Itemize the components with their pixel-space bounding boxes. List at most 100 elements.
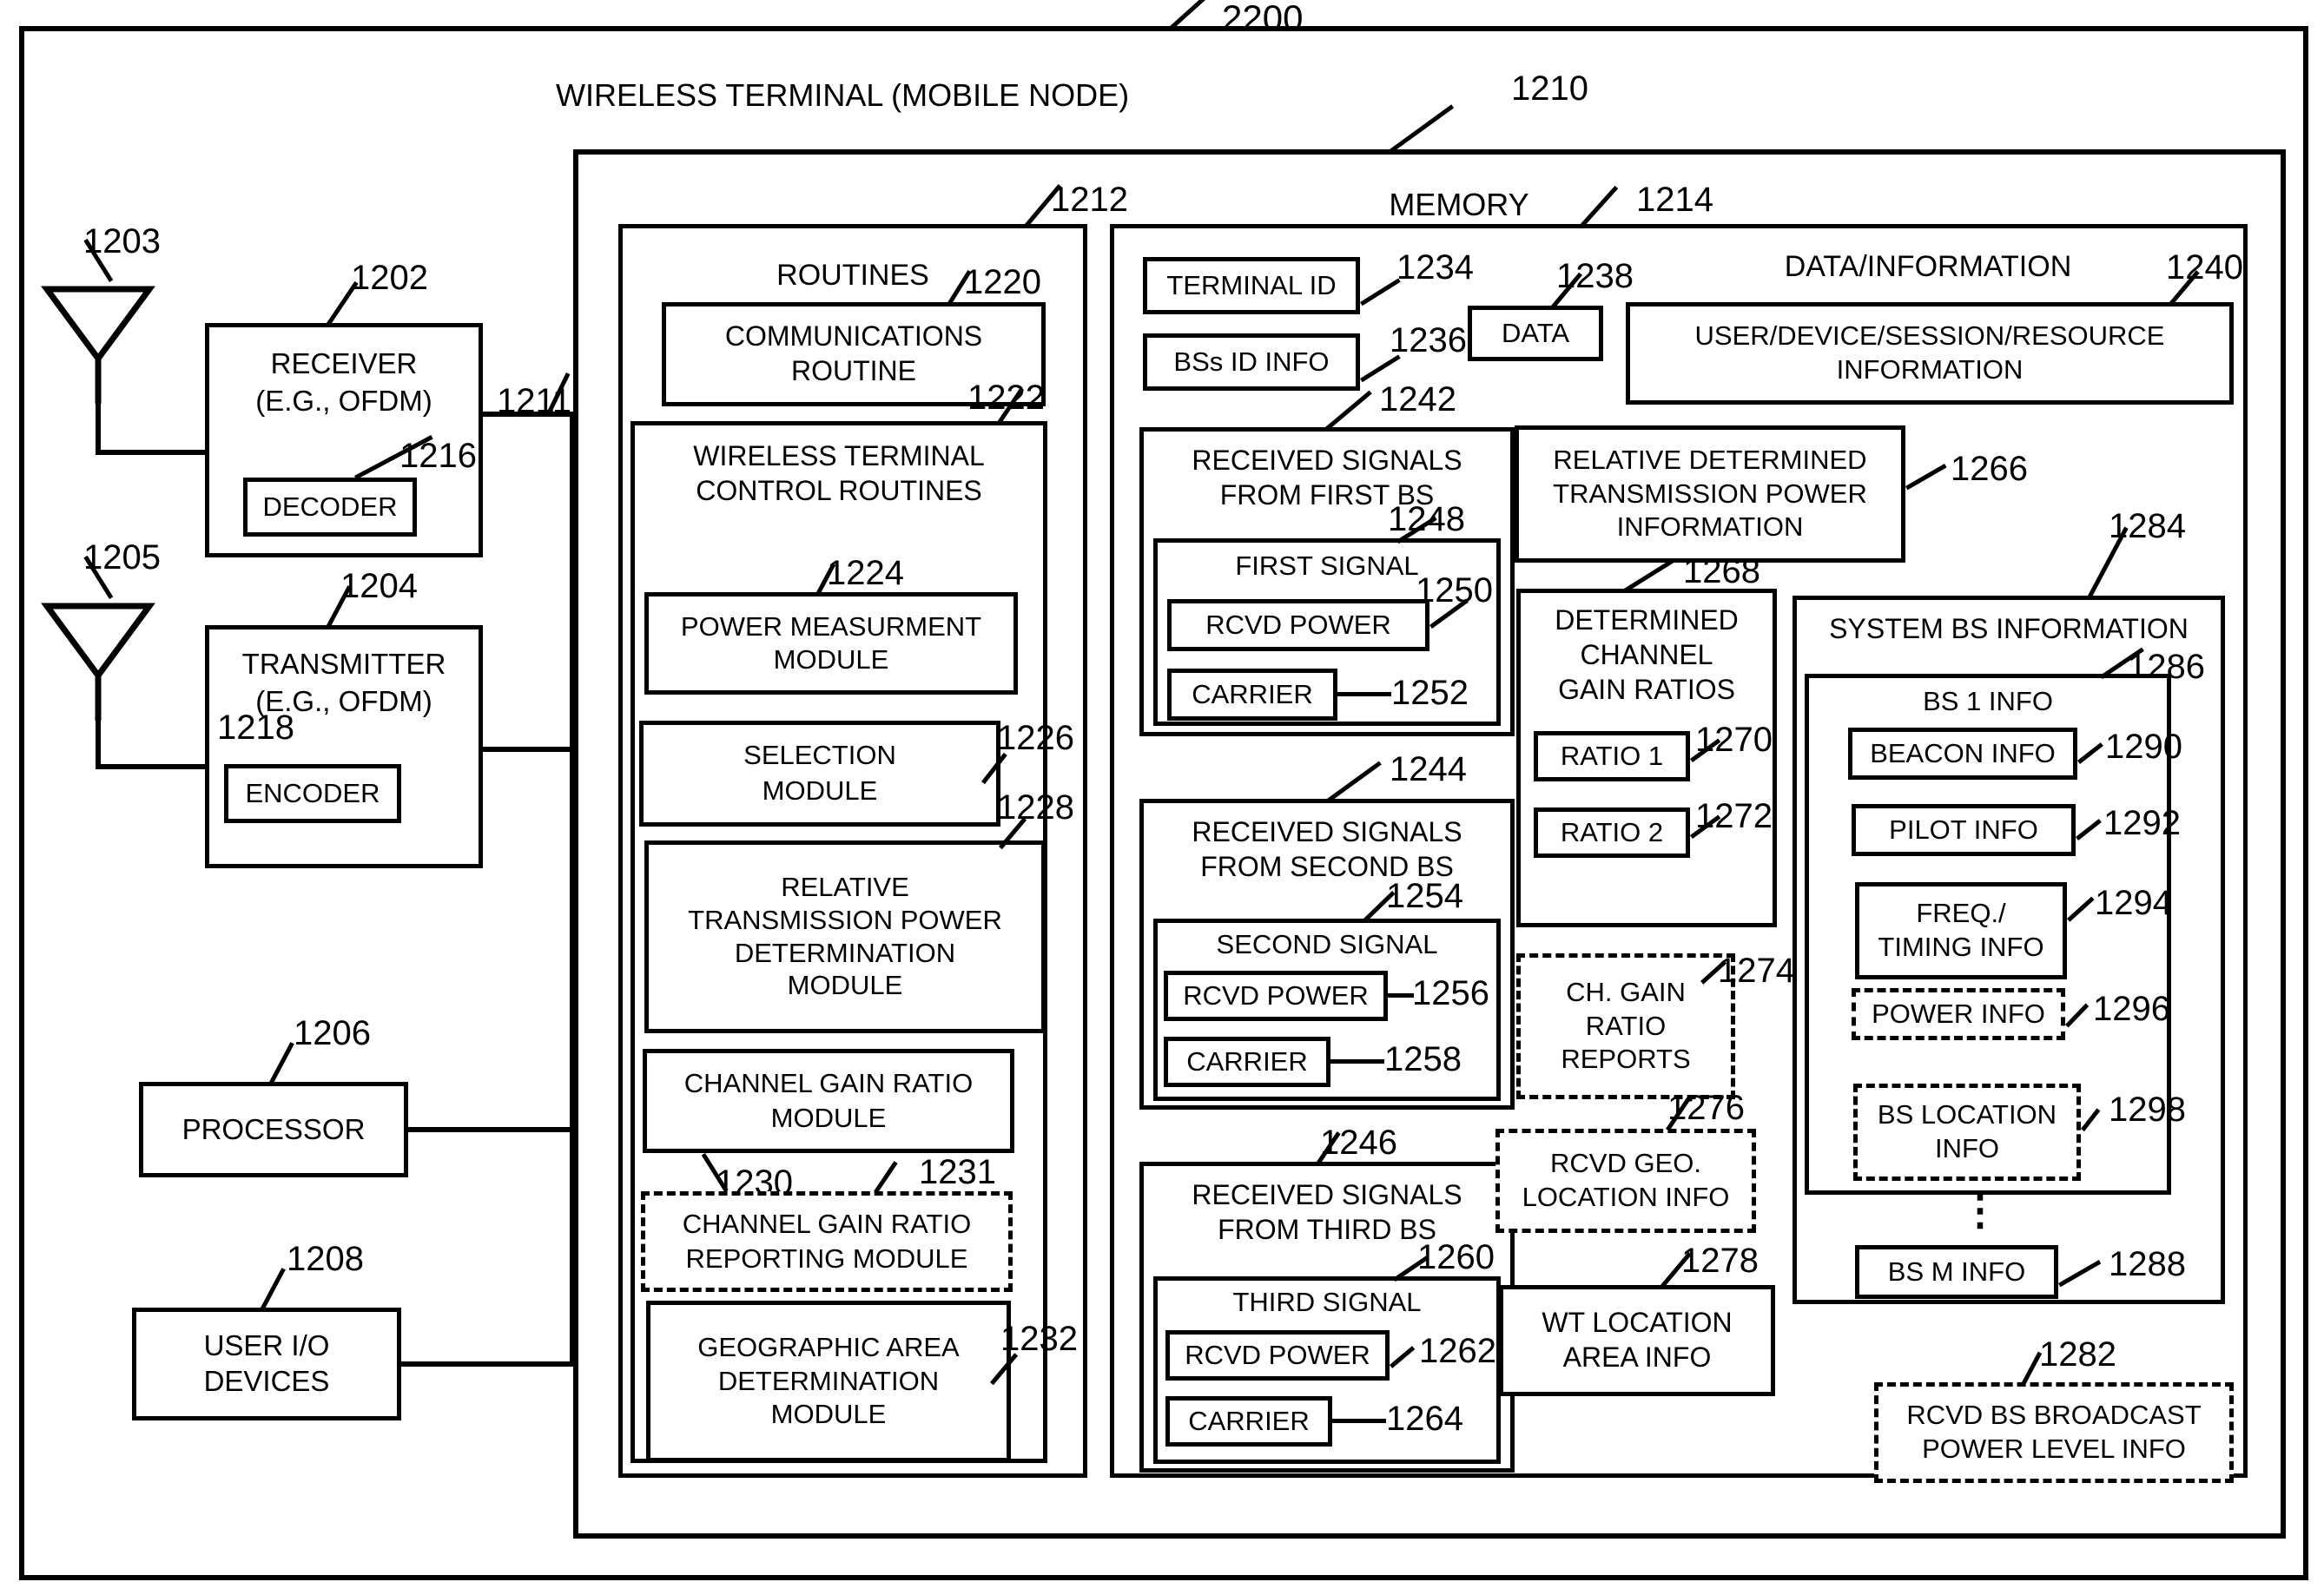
dcgr-title-line1: DETERMINED	[1555, 604, 1739, 636]
bss-id-info-label: BSs ID INFO	[1173, 346, 1330, 377]
cgrr-reports-line3: REPORTS	[1561, 1044, 1691, 1075]
rsfb-title-line1: RECEIVED SIGNALS	[1192, 445, 1462, 476]
cgrr-line2: REPORTING MODULE	[685, 1242, 968, 1274]
power-measurement-line1: POWER MEASURMENT	[680, 610, 982, 642]
ref-1258: 1258	[1384, 1040, 1462, 1078]
encoder-label: ENCODER	[245, 777, 380, 808]
second-signal-rcvd-power-box: RCVD POWER	[1164, 971, 1388, 1021]
gad-line2: DETERMINATION	[717, 1365, 940, 1396]
third-signal-rcvd-power-box: RCVD POWER	[1165, 1330, 1390, 1381]
dcgr-title-line2: CHANNEL	[1580, 638, 1713, 670]
terminal-id-box: TERMINAL ID	[1143, 257, 1360, 314]
antenna-1203-icon	[41, 286, 155, 404]
ref-1286: 1286	[2128, 648, 2205, 686]
power-measurement-module-box: POWER MEASURMENT MODULE	[644, 592, 1018, 695]
first-signal-title: FIRST SIGNAL	[1235, 550, 1419, 581]
udsr-line2: INFORMATION	[1836, 354, 2024, 385]
gad-line3: MODULE	[770, 1399, 887, 1430]
rssb-title-line1: RECEIVED SIGNALS	[1192, 816, 1462, 847]
third-signal-carrier-box: CARRIER	[1165, 1396, 1332, 1447]
rcvd-geo-location-info-box: RCVD GEO. LOCATION INFO	[1495, 1129, 1756, 1233]
rdtpi-line1: RELATIVE DETERMINED	[1553, 444, 1867, 475]
ref-1216: 1216	[399, 437, 477, 475]
ratio-1-label: RATIO 1	[1560, 740, 1664, 771]
relative-tx-power-determination-module-box: RELATIVE TRANSMISSION POWER DETERMINATIO…	[644, 840, 1046, 1033]
ref-1246: 1246	[1320, 1124, 1397, 1162]
ref-1294: 1294	[2095, 884, 2172, 922]
data-label: DATA	[1501, 317, 1570, 348]
bsm-info-label: BS M INFO	[1887, 1256, 2026, 1287]
beacon-info-box: BEACON INFO	[1848, 728, 2077, 780]
third-signal-rcvd-power-label: RCVD POWER	[1185, 1339, 1370, 1370]
ref-1222: 1222	[967, 379, 1045, 417]
selection-module-box: SELECTION MODULE	[639, 721, 1000, 827]
rtpd-line3: DETERMINATION	[734, 937, 956, 968]
leader-1252-line	[1337, 692, 1391, 696]
ref-1203: 1203	[83, 222, 161, 260]
channel-gain-ratio-reporting-module-box: CHANNEL GAIN RATIO REPORTING MODULE	[641, 1191, 1013, 1292]
rtpd-line2: TRANSMISSION POWER	[688, 904, 1002, 935]
ref-1298: 1298	[2109, 1091, 2186, 1129]
user-io-label-line2: DEVICES	[203, 1365, 330, 1397]
rstb-title-line1: RECEIVED SIGNALS	[1192, 1179, 1462, 1210]
ref-1290: 1290	[2105, 728, 2182, 766]
rgli-line1: RCVD GEO.	[1550, 1148, 1701, 1179]
rdtpi-line3: INFORMATION	[1616, 511, 1804, 543]
patent-figure-canvas: 2200 WIRELESS TERMINAL (MOBILE NODE) 120…	[0, 0, 2324, 1595]
first-signal-carrier-box: CARRIER	[1167, 669, 1337, 721]
cgr-module-line1: CHANNEL GAIN RATIO	[683, 1067, 974, 1098]
power-info-box: POWER INFO	[1852, 988, 2065, 1040]
ref-1250: 1250	[1416, 571, 1493, 610]
data-information-title: DATA/INFORMATION	[1784, 250, 2072, 283]
ref-1232: 1232	[1000, 1320, 1078, 1358]
sbi-title: SYSTEM BS INFORMATION	[1829, 613, 2189, 644]
bss-id-info-box: BSs ID INFO	[1143, 333, 1360, 391]
third-signal-carrier-label: CARRIER	[1188, 1405, 1310, 1436]
rdtpi-line2: TRANSMISSION POWER	[1553, 478, 1867, 509]
udsr-line1: USER/DEVICE/SESSION/RESOURCE	[1694, 320, 2165, 352]
antenna-1205-wire-v	[96, 717, 101, 769]
beacon-info-label: BEACON INFO	[1870, 737, 2056, 768]
ref-1270: 1270	[1695, 721, 1773, 759]
processor-box: PROCESSOR	[139, 1082, 408, 1177]
wt-location-area-info-box: WT LOCATION AREA INFO	[1499, 1285, 1775, 1396]
ref-1208: 1208	[287, 1240, 364, 1278]
ref-1234: 1234	[1396, 248, 1474, 287]
decoder-label: DECODER	[262, 491, 398, 522]
wt-control-routines-line2: CONTROL ROUTINES	[696, 474, 982, 506]
relative-determined-tx-power-info-box: RELATIVE DETERMINED TRANSMISSION POWER I…	[1515, 425, 1905, 563]
wireless-terminal-title: WIRELESS TERMINAL (MOBILE NODE)	[556, 77, 1130, 113]
user-io-label-line1: USER I/O	[203, 1329, 330, 1362]
first-signal-carrier-label: CARRIER	[1192, 678, 1313, 709]
wtlai-line1: WT LOCATION	[1542, 1307, 1733, 1339]
first-signal-rcvd-power-box: RCVD POWER	[1167, 599, 1429, 651]
ref-1204: 1204	[340, 567, 418, 605]
geographic-area-determination-module-box: GEOGRAPHIC AREA DETERMINATION MODULE	[646, 1301, 1011, 1462]
bus-stub-userio	[401, 1361, 575, 1367]
antenna-1205-icon	[41, 603, 155, 721]
ref-1228: 1228	[997, 788, 1074, 827]
second-signal-title: SECOND SIGNAL	[1216, 929, 1438, 959]
user-device-session-resource-box: USER/DEVICE/SESSION/RESOURCE INFORMATION	[1626, 302, 2234, 405]
ref-1205: 1205	[83, 538, 161, 577]
second-signal-carrier-box: CARRIER	[1164, 1037, 1330, 1087]
ref-1220: 1220	[964, 263, 1041, 301]
ref-1226: 1226	[997, 719, 1074, 757]
bs-location-line2: INFO	[1934, 1133, 2000, 1163]
ch-gain-ratio-reports-box: CH. GAIN RATIO REPORTS	[1516, 953, 1735, 1099]
receiver-label-line1: RECEIVER	[270, 347, 418, 379]
ref-1211: 1211	[497, 382, 572, 420]
data-box: DATA	[1468, 306, 1603, 361]
ref-1278: 1278	[1681, 1242, 1759, 1280]
ref-1214: 1214	[1636, 181, 1713, 219]
selection-module-line2: MODULE	[762, 775, 878, 806]
ref-1282: 1282	[2039, 1335, 2116, 1374]
memory-title: MEMORY	[1389, 187, 1529, 222]
encoder-box: ENCODER	[224, 764, 401, 823]
antenna-1205-wire-h	[96, 764, 208, 769]
leader-1256-line	[1388, 993, 1414, 998]
communications-routine-line1: COMMUNICATIONS	[724, 320, 983, 353]
ratio-2-box: RATIO 2	[1534, 807, 1690, 858]
wt-control-routines-line1: WIRELESS TERMINAL	[693, 440, 985, 471]
ref-1254: 1254	[1386, 877, 1463, 915]
